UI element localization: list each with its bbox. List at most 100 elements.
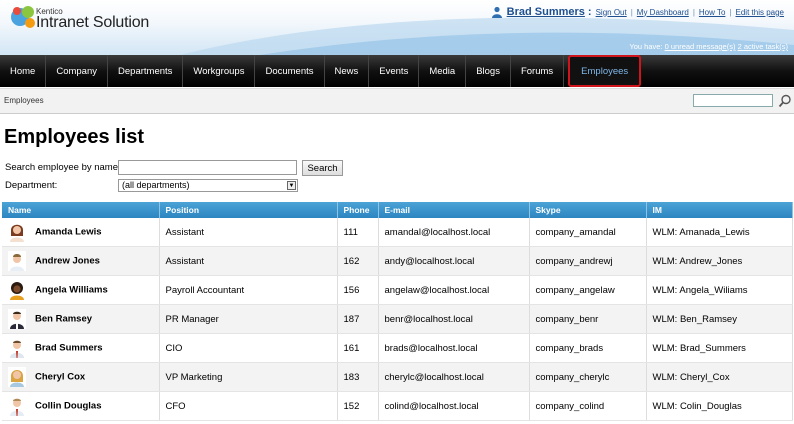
logo-brand-title[interactable]: Intranet Solution	[36, 14, 149, 32]
avatar	[8, 251, 26, 271]
im-cell: WLM: Cheryl_Cox	[646, 362, 793, 392]
employee-name[interactable]: Collin Douglas	[35, 401, 102, 412]
column-header-position[interactable]: Position	[159, 202, 338, 218]
table-row: Brad Summers CIO 161 brads@localhost.loc…	[2, 333, 793, 363]
column-header-name[interactable]: Name	[2, 202, 160, 218]
avatar	[8, 309, 26, 329]
how-to-link[interactable]: How To	[699, 8, 726, 17]
active-tasks-link[interactable]: 2 active task(s)	[738, 42, 788, 51]
email-cell: angelaw@localhost.local	[378, 275, 530, 305]
search-icon[interactable]	[778, 94, 792, 108]
table-row: Collin Douglas CFO 152 colind@localhost.…	[2, 391, 793, 421]
nav-documents[interactable]: Documents	[255, 55, 325, 87]
nav-company[interactable]: Company	[46, 55, 109, 87]
separator: |	[729, 7, 732, 17]
separator: |	[630, 7, 633, 17]
employees-table: Name Position Phone E-mail Skype IM Aman…	[2, 202, 793, 421]
email-cell: amandal@localhost.local	[378, 218, 530, 247]
email-cell: cherylc@localhost.local	[378, 362, 530, 392]
im-cell: WLM: Andrew_Jones	[646, 246, 793, 276]
nav-blogs[interactable]: Blogs	[466, 55, 511, 87]
avatar	[8, 396, 26, 416]
employee-name[interactable]: Amanda Lewis	[35, 227, 102, 238]
table-row: Cheryl Cox VP Marketing 183 cherylc@loca…	[2, 362, 793, 392]
main-nav: Home Company Departments Workgroups Docu…	[0, 55, 794, 87]
nav-media[interactable]: Media	[419, 55, 467, 87]
employee-name-cell[interactable]: Andrew Jones	[2, 246, 160, 276]
column-header-im[interactable]: IM	[646, 202, 793, 218]
employee-name-cell[interactable]: Ben Ramsey	[2, 304, 160, 334]
site-search-input[interactable]	[693, 94, 773, 107]
avatar	[8, 280, 26, 300]
page-title: Employees list	[4, 126, 145, 148]
employee-name[interactable]: Angela Williams	[35, 285, 108, 296]
site-header: Kentico Intranet Solution Brad Summers :…	[0, 0, 794, 55]
column-header-email[interactable]: E-mail	[378, 202, 530, 218]
phone-cell: 111	[337, 218, 379, 247]
skype-cell: company_amandal	[529, 218, 647, 247]
current-user-link[interactable]: Brad Summers	[507, 6, 585, 18]
employee-name-cell[interactable]: Brad Summers	[2, 333, 160, 363]
chevron-down-icon[interactable]: ▼	[287, 181, 296, 190]
department-selected-value: (all departments)	[122, 180, 190, 190]
my-dashboard-link[interactable]: My Dashboard	[637, 8, 689, 17]
email-cell: benr@localhost.local	[378, 304, 530, 334]
unread-messages-link[interactable]: 0 unread message(s)	[665, 42, 736, 51]
table-row: Angela Williams Payroll Accountant 156 a…	[2, 275, 793, 305]
employee-name[interactable]: Brad Summers	[35, 343, 103, 354]
im-cell: WLM: Angela_Wiliams	[646, 275, 793, 305]
phone-cell: 183	[337, 362, 379, 392]
employee-name[interactable]: Cheryl Cox	[35, 372, 85, 383]
nav-departments[interactable]: Departments	[108, 55, 184, 87]
nav-employees[interactable]: Employees	[568, 55, 642, 87]
employee-name[interactable]: Andrew Jones	[35, 256, 100, 267]
im-cell: WLM: Ben_Ramsey	[646, 304, 793, 334]
column-header-skype[interactable]: Skype	[529, 202, 647, 218]
employee-name-cell[interactable]: Amanda Lewis	[2, 218, 160, 247]
employee-name[interactable]: Ben Ramsey	[35, 314, 92, 325]
im-cell: WLM: Colin_Douglas	[646, 391, 793, 421]
position-cell: VP Marketing	[159, 362, 338, 392]
skype-cell: company_andrewj	[529, 246, 647, 276]
employee-name-cell[interactable]: Collin Douglas	[2, 391, 160, 421]
edit-page-link[interactable]: Edit this page	[736, 8, 784, 17]
email-cell: brads@localhost.local	[378, 333, 530, 363]
search-button[interactable]: Search	[302, 160, 343, 176]
employee-search-input[interactable]	[118, 160, 297, 175]
search-name-label: Search employee by name:	[5, 162, 121, 173]
im-cell: WLM: Amanada_Lewis	[646, 218, 793, 247]
phone-cell: 156	[337, 275, 379, 305]
user-colon: :	[587, 6, 592, 18]
messages-prefix: You have:	[629, 42, 665, 51]
breadcrumb[interactable]: Employees	[4, 96, 44, 105]
employee-name-cell[interactable]: Angela Williams	[2, 275, 160, 305]
email-cell: colind@localhost.local	[378, 391, 530, 421]
skype-cell: company_brads	[529, 333, 647, 363]
position-cell: Assistant	[159, 218, 338, 247]
avatar	[8, 222, 26, 242]
skype-cell: company_angelaw	[529, 275, 647, 305]
phone-cell: 162	[337, 246, 379, 276]
phone-cell: 187	[337, 304, 379, 334]
breadcrumb-bar: Employees	[0, 88, 794, 114]
column-header-phone[interactable]: Phone	[337, 202, 379, 218]
kentico-logo-icon[interactable]	[8, 3, 38, 33]
position-cell: CFO	[159, 391, 338, 421]
nav-workgroups[interactable]: Workgroups	[183, 55, 256, 87]
nav-home[interactable]: Home	[0, 55, 47, 87]
table-row: Andrew Jones Assistant 162 andy@localhos…	[2, 246, 793, 276]
table-row: Amanda Lewis Assistant 111 amandal@local…	[2, 218, 793, 247]
department-select[interactable]: (all departments) ▼	[118, 179, 298, 192]
separator: |	[692, 7, 695, 17]
position-cell: Payroll Accountant	[159, 275, 338, 305]
nav-forums[interactable]: Forums	[511, 55, 565, 87]
employee-name-cell[interactable]: Cheryl Cox	[2, 362, 160, 392]
department-label: Department:	[5, 180, 58, 191]
table-row: Ben Ramsey PR Manager 187 benr@localhost…	[2, 304, 793, 334]
email-cell: andy@localhost.local	[378, 246, 530, 276]
nav-events[interactable]: Events	[369, 55, 420, 87]
position-cell: PR Manager	[159, 304, 338, 334]
nav-news[interactable]: News	[325, 55, 370, 87]
position-cell: CIO	[159, 333, 338, 363]
sign-out-link[interactable]: Sign Out	[596, 8, 627, 17]
